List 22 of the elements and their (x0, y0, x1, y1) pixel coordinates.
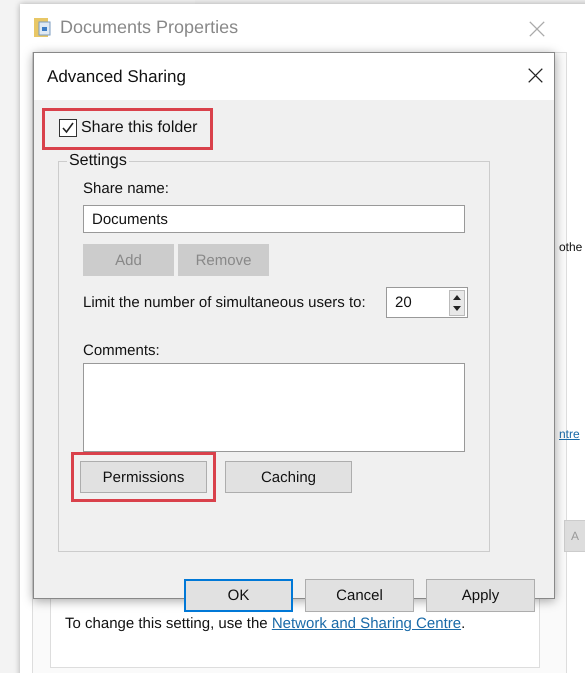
folder-icon (34, 16, 52, 38)
ok-button[interactable]: OK (184, 579, 293, 612)
spinner-arrows-icon[interactable] (449, 290, 465, 316)
network-link[interactable]: Network and Sharing Centre (272, 615, 462, 632)
text-fragment: othe (559, 240, 582, 254)
field-label: Comments: (83, 342, 161, 359)
user-limit-spinner[interactable]: 20 (386, 287, 468, 318)
close-icon[interactable] (527, 67, 544, 84)
caching-button[interactable]: Caching (225, 461, 352, 493)
comments-field[interactable] (83, 363, 465, 452)
cancel-button[interactable]: Cancel (305, 579, 414, 612)
share-name-field[interactable]: Documents (83, 205, 465, 233)
link-fragment[interactable]: ntre (559, 427, 580, 441)
group-label: Settings (68, 152, 128, 170)
apply-button[interactable]: Apply (426, 579, 535, 612)
share-checkbox[interactable]: Share this folder (59, 119, 198, 137)
permissions-button[interactable]: Permissions (80, 461, 207, 493)
field-label: Limit the number of simultaneous users to: (83, 294, 366, 311)
field-label: Share name: (83, 180, 170, 197)
check-icon (61, 121, 75, 135)
window-title: Documents Properties (60, 16, 238, 38)
dialog-title: Advanced Sharing (47, 66, 186, 86)
